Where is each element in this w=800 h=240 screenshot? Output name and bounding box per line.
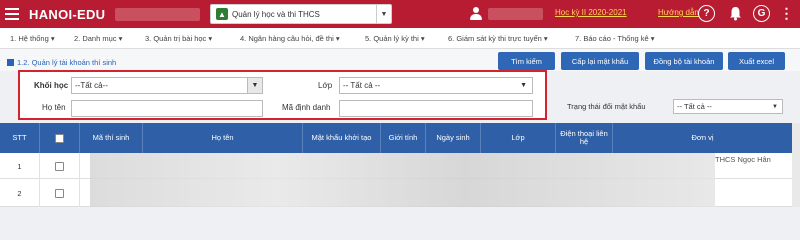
row-checkbox[interactable]: [55, 188, 64, 198]
nav-question-bank[interactable]: 4. Ngân hàng câu hỏi, đề thi ▾: [240, 34, 340, 43]
row-data-redacted: [90, 153, 715, 179]
chevron-down-icon[interactable]: ▼: [247, 78, 262, 93]
search-button[interactable]: Tìm kiếm: [498, 52, 555, 70]
user-name-redacted[interactable]: [488, 8, 543, 20]
col-full-name[interactable]: Họ tên: [143, 123, 303, 153]
col-select-all: [40, 123, 80, 153]
row-data-redacted: [90, 179, 715, 207]
nav-catalog[interactable]: 2. Danh mục ▾: [74, 34, 122, 43]
vertical-scrollbar[interactable]: [792, 123, 800, 207]
page-title[interactable]: 1.2. Quản lý tài khoản thí sinh: [7, 58, 116, 67]
id-label: Mã định danh: [282, 103, 331, 112]
row-select: [40, 153, 80, 179]
table-row[interactable]: 1: [0, 153, 800, 179]
graduation-cap-icon: ▲: [216, 8, 228, 20]
col-birth-date[interactable]: Ngày sinh: [426, 123, 481, 153]
chevron-down-icon[interactable]: ▼: [772, 104, 778, 110]
help-link[interactable]: Hướng dẫn: [658, 8, 699, 17]
row-unit: THCS Ngọc Hân: [715, 155, 771, 164]
grade-label: Khối học: [34, 81, 69, 90]
class-select-value: -- Tất cả --: [343, 81, 381, 90]
name-input[interactable]: [71, 100, 263, 117]
nav-exam-management[interactable]: 5. Quản lý kỳ thi ▾: [365, 34, 425, 43]
row-stt: 2: [0, 179, 40, 207]
class-select[interactable]: -- Tất cả -- ▼: [339, 77, 533, 94]
user-icon[interactable]: [470, 7, 482, 20]
app-module-select[interactable]: ▲ Quản lý học và thi THCS ▼: [210, 4, 392, 24]
app-module-label: Quản lý học và thi THCS: [232, 9, 320, 19]
col-initial-password[interactable]: Mật khẩu khởi tạo: [303, 123, 381, 153]
term-link[interactable]: Học kỳ II 2020-2021: [555, 8, 627, 17]
list-icon: [7, 59, 14, 66]
filter-panel: Khối học --Tất cả-- ▼ Lớp -- Tất cả -- ▼…: [18, 70, 547, 120]
account-switch-icon[interactable]: G: [753, 5, 770, 22]
grade-select[interactable]: --Tất cả-- ▼: [71, 77, 263, 94]
col-candidate-id[interactable]: Mã thí sinh: [80, 123, 143, 153]
nav-reports[interactable]: 7. Báo cáo - Thống kê ▾: [575, 34, 655, 43]
class-label: Lớp: [318, 81, 333, 90]
export-excel-button[interactable]: Xuất excel: [728, 52, 785, 70]
bell-icon[interactable]: [729, 6, 742, 21]
chevron-down-icon[interactable]: ▼: [520, 82, 527, 89]
col-class[interactable]: Lớp: [481, 123, 556, 153]
school-name-redacted: [115, 8, 200, 21]
table-row[interactable]: 2: [0, 179, 800, 207]
page-title-text: 1.2. Quản lý tài khoản thí sinh: [17, 58, 117, 67]
app-logo: HANOI-EDU: [29, 6, 106, 22]
nav-online-exam-monitor[interactable]: 6. Giám sát kỳ thi trực tuyến ▾: [448, 34, 548, 43]
nav-lesson-admin[interactable]: 3. Quản trị bài học ▾: [145, 34, 212, 43]
menu-toggle-icon[interactable]: [5, 8, 21, 20]
chevron-down-icon[interactable]: ▼: [376, 5, 391, 23]
sync-accounts-button[interactable]: Đồng bộ tài khoản: [645, 52, 723, 70]
grade-select-value: --Tất cả--: [75, 81, 108, 90]
row-select: [40, 179, 80, 207]
password-status-select[interactable]: -- Tất cả -- ▼: [673, 99, 783, 114]
more-vertical-icon[interactable]: ⋮: [778, 5, 795, 22]
id-input[interactable]: [339, 100, 533, 117]
row-checkbox[interactable]: [55, 161, 64, 171]
password-status-label: Trạng thái đổi mật khẩu: [567, 102, 646, 111]
row-stt: 1: [0, 153, 40, 179]
col-gender[interactable]: Giới tính: [381, 123, 426, 153]
password-status-value: -- Tất cả --: [677, 102, 712, 111]
col-stt[interactable]: STT: [0, 123, 40, 153]
table-header: STT Mã thí sinh Họ tên Mật khẩu khởi tạo…: [0, 123, 800, 153]
col-phone[interactable]: Điện thoại liên hệ: [556, 123, 613, 153]
col-unit[interactable]: Đơn vị: [613, 123, 792, 153]
name-label: Họ tên: [42, 103, 66, 112]
help-icon[interactable]: ?: [698, 5, 715, 22]
nav-system[interactable]: 1. Hệ thống ▾: [10, 34, 55, 43]
main-nav: 1. Hệ thống ▾ 2. Danh mục ▾ 3. Quản trị …: [0, 28, 800, 49]
reset-password-button[interactable]: Cấp lại mật khẩu: [561, 52, 639, 70]
select-all-checkbox[interactable]: [55, 133, 64, 143]
